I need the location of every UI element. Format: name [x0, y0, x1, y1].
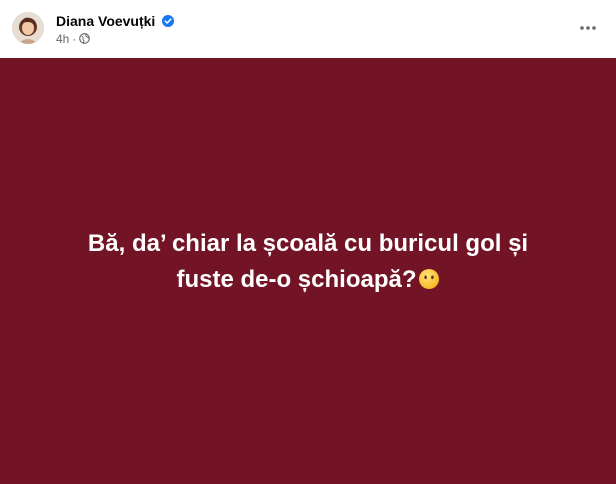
- globe-icon[interactable]: [79, 33, 91, 44]
- meta-separator: ·: [72, 32, 77, 46]
- more-horizontal-icon: [580, 26, 596, 30]
- verified-badge-icon: [162, 14, 175, 27]
- author-avatar[interactable]: [12, 12, 44, 44]
- post-text-content: Bă, da’ chiar la școală cu buricul gol ș…: [87, 230, 529, 293]
- post-colored-background[interactable]: Bă, da’ chiar la școală cu buricul gol ș…: [0, 58, 616, 484]
- author-name[interactable]: Diana Voevuțki: [56, 13, 175, 29]
- facebook-post: Diana Voevuțki 4h · Bă, da’ chiar la șco…: [0, 0, 616, 484]
- post-meta: 4h ·: [56, 32, 91, 46]
- more-options-button[interactable]: [574, 14, 602, 42]
- face-without-mouth-emoji-icon: [418, 265, 440, 289]
- avatar-photo: [12, 12, 44, 44]
- author-name-text[interactable]: Diana Voevuțki: [56, 13, 155, 29]
- post-text: Bă, da’ chiar la școală cu buricul gol ș…: [58, 226, 558, 298]
- post-timestamp[interactable]: 4h: [56, 32, 69, 46]
- post-header: Diana Voevuțki 4h ·: [0, 0, 616, 58]
